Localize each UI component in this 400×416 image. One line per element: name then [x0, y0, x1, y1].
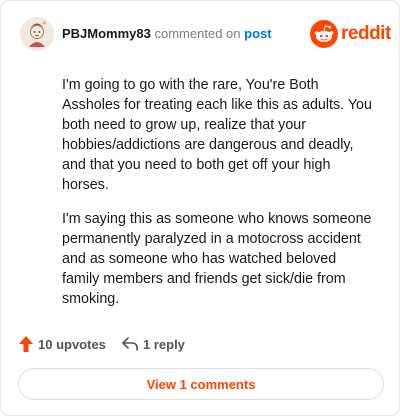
- comment-body: I'm going to go with the rare, You're Bo…: [62, 75, 376, 309]
- comment-paragraph: I'm going to go with the rare, You're Bo…: [62, 77, 372, 193]
- upvote-count: 10 upvotes: [38, 336, 106, 352]
- reply-count: 1 reply: [143, 336, 185, 352]
- upvote-arrow-icon: [19, 336, 33, 352]
- reply-button[interactable]: 1 reply: [121, 333, 185, 355]
- comment-byline: PBJMommy83 commented on post: [62, 26, 272, 42]
- username-link[interactable]: PBJMommy83: [62, 26, 151, 41]
- reddit-brand[interactable]: reddit: [310, 20, 391, 48]
- comment-actions: 10 upvotes 1 reply: [18, 333, 318, 355]
- reply-arrow-icon: [122, 337, 138, 351]
- reddit-wordmark: reddit: [341, 23, 391, 44]
- view-comments-button[interactable]: View 1 comments: [18, 368, 384, 400]
- upvote-button[interactable]: 10 upvotes: [18, 333, 106, 355]
- avatar-icon: [20, 17, 54, 51]
- post-link[interactable]: post: [244, 26, 271, 41]
- comment-paragraph: I'm saying this as someone who knows som…: [62, 211, 372, 307]
- comment-header: PBJMommy83 commented on post reddit: [20, 17, 391, 51]
- reddit-logo-icon: [310, 20, 338, 48]
- comment-card: PBJMommy83 commented on post reddit I'm …: [0, 0, 400, 416]
- avatar[interactable]: [20, 17, 54, 51]
- action-text: commented on: [154, 26, 241, 41]
